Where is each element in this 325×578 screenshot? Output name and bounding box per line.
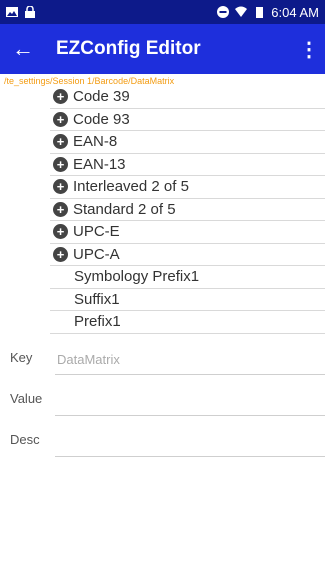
value-field-row: Value [0,375,325,416]
symbology-tree: + Code 39 + Code 93 + EAN-8 + EAN-13 + Interl… [50,86,325,334]
key-input[interactable]: DataMatrix [55,346,325,375]
tree-item-label: UPC-A [73,245,120,263]
expand-plus-icon[interactable]: + [53,201,68,217]
expand-plus-icon[interactable]: + [53,179,68,195]
tree-item-ean-8[interactable]: + EAN-8 [50,131,325,154]
tree-item-code-39[interactable]: + Code 39 [50,86,325,109]
desc-label: Desc [10,431,40,447]
tree-item-standard-2-of-5[interactable]: + Standard 2 of 5 [50,199,325,221]
tree-leaf-label: Symbology Prefix1 [74,268,200,286]
app-bar: ← EZConfig Editor ⋮ [0,24,325,74]
expand-plus-icon[interactable]: + [53,156,68,172]
desc-field-row: Desc [0,416,325,457]
tree-item-label: Code 93 [73,110,130,128]
expand-plus-icon[interactable]: + [53,224,68,240]
battery-icon [256,7,264,18]
breadcrumb-path: /te_settings/Session 1/Barcode/DataMatri… [4,76,175,86]
do-not-disturb-icon [217,6,230,18]
tree-leaf-suffix1[interactable]: Suffix1 [50,289,325,311]
expand-plus-icon[interactable]: + [53,111,68,127]
tree-item-label: Interleaved 2 of 5 [73,178,189,196]
expand-plus-icon[interactable]: + [53,246,68,262]
expand-plus-icon[interactable]: + [53,134,68,150]
image-icon [6,7,18,17]
tree-item-label: UPC-E [73,223,120,241]
tree-item-upc-a[interactable]: + UPC-A [50,244,325,266]
back-arrow-icon[interactable]: ← [10,36,36,62]
value-label: Value [10,390,43,406]
desc-input[interactable] [55,428,325,457]
tree-item-label: Standard 2 of 5 [73,200,176,218]
overflow-menu-icon[interactable]: ⋮ [299,37,319,62]
tree-item-ean-13[interactable]: + EAN-13 [50,154,325,176]
tree-item-label: Code 39 [73,88,130,106]
status-time: 6:04 AM [271,4,319,20]
status-right: 6:04 AM [217,5,319,20]
key-label: Key [10,349,33,365]
expand-plus-icon[interactable]: + [53,89,68,105]
status-bar: 6:04 AM [0,0,325,24]
lock-icon [25,6,35,18]
tree-leaf-symbology-prefix1[interactable]: Symbology Prefix1 [50,266,325,289]
tree-item-code-93[interactable]: + Code 93 [50,109,325,131]
tree-leaf-prefix1[interactable]: Prefix1 [50,311,325,334]
tree-leaf-label: Suffix1 [74,290,120,308]
app-title: EZConfig Editor [56,38,201,59]
value-input[interactable] [55,387,325,416]
status-left [6,6,36,18]
key-field-row: Key DataMatrix [0,334,325,375]
tree-item-label: EAN-8 [73,133,118,151]
tree-item-interleaved-2-of-5[interactable]: + Interleaved 2 of 5 [50,176,325,199]
wifi-icon [235,6,248,17]
tree-item-label: EAN-13 [73,155,126,173]
tree-item-upc-e[interactable]: + UPC-E [50,221,325,244]
tree-leaf-label: Prefix1 [74,313,121,331]
